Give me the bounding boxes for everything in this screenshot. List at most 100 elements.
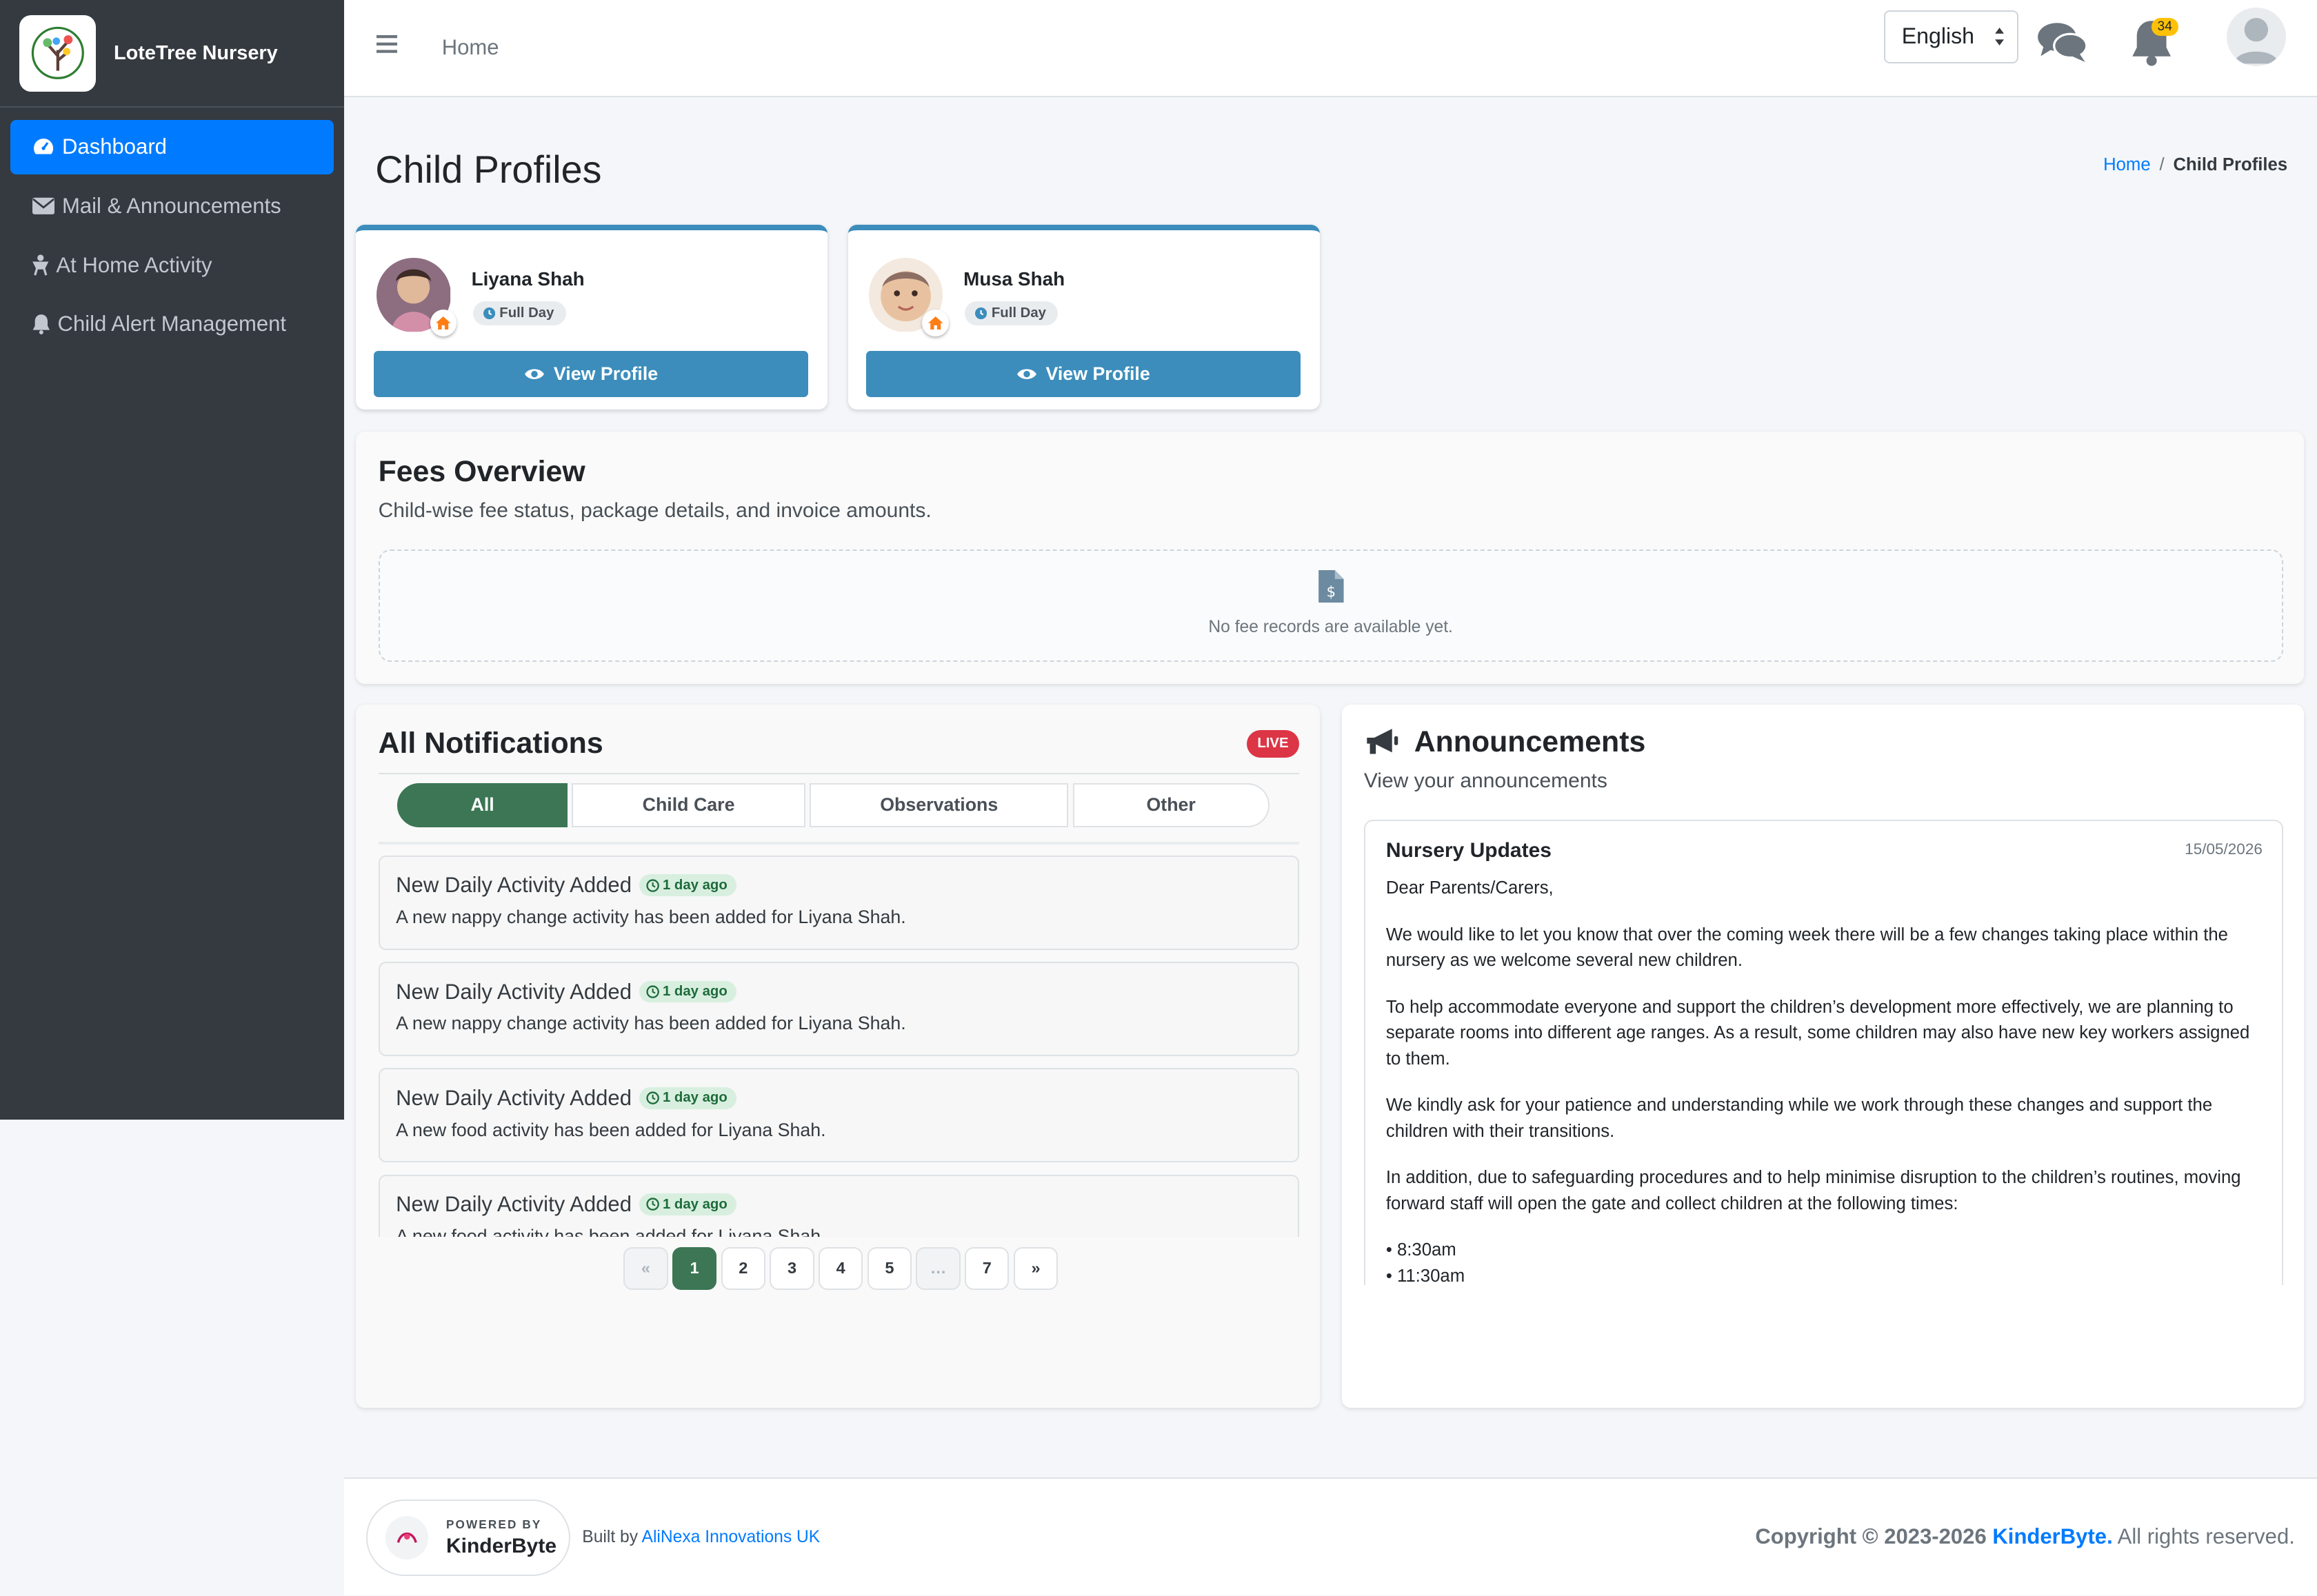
breadcrumb-current: Child Profiles [2173,155,2288,174]
language-select[interactable]: English [1884,10,2019,64]
session-tag: Full Day [472,301,566,326]
list-item[interactable]: New Daily Activity Added 1 day ago A new… [378,855,1299,950]
notification-body: A new nappy change activity has been add… [396,907,906,928]
time-badge: 1 day ago [639,874,736,897]
notification-body: A new food activity has been added for L… [396,1225,826,1237]
envelope-icon [32,197,55,214]
live-badge: LIVE [1247,729,1299,758]
select-arrows-icon [1994,28,2004,46]
pagination-next[interactable]: » [1013,1246,1059,1290]
powered-by-brand: KinderByte [445,1535,557,1558]
fees-empty-state: $ No fee records are available yet. [378,549,2283,662]
announcement-greeting: Dear Parents/Carers, [1385,878,1554,898]
notification-title-row: New Daily Activity Added 1 day ago [396,980,1281,1004]
announcement-time-item: • 8:30am [1385,1240,1456,1260]
view-profile-label: View Profile [1045,363,1150,385]
clock-icon [646,1091,660,1105]
tab-child-care[interactable]: Child Care [572,782,805,827]
view-profile-button[interactable]: View Profile [865,351,1301,397]
tab-observations[interactable]: Observations [810,782,1069,827]
list-item[interactable]: New Daily Activity Added 1 day ago A new… [378,961,1299,1057]
brand-name: LoteTree Nursery [113,41,278,64]
divider [378,772,1299,774]
sidebar: LoteTree Nursery Dashboard Mail & Announ… [0,0,345,1120]
notification-title: New Daily Activity Added [396,1192,632,1217]
fees-subtitle: Child-wise fee status, package details, … [378,499,932,523]
announcements-header: Announcements [1364,725,1645,759]
announcement-post[interactable]: Nursery Updates 15/05/2026 Dear Parents/… [1363,820,2283,1286]
powered-by-badge[interactable]: POWERED BY KinderByte [366,1499,571,1577]
time-badge: 1 day ago [639,1087,736,1109]
announcement-paragraph: In addition, due to safeguarding procedu… [1385,1168,2241,1213]
pagination-page-3[interactable]: 3 [770,1246,814,1290]
session-tag-label: Full Day [991,305,1046,321]
notification-list[interactable]: New Daily Activity Added 1 day ago A new… [378,855,1299,1237]
built-by-link[interactable]: AliNexa Innovations UK [642,1528,821,1546]
notification-count-badge: 34 [2151,17,2178,36]
notification-tabs: All Child Care Observations Other [397,782,1274,827]
eye-icon [1016,369,1036,379]
announcements-subtitle: View your announcements [1363,769,1607,793]
notification-title: New Daily Activity Added [396,979,632,1004]
clock-icon [975,307,987,320]
brand[interactable]: LoteTree Nursery [0,0,345,108]
notification-body: A new nappy change activity has been add… [396,1013,906,1034]
built-by: Built by AliNexa Innovations UK [582,1528,820,1547]
notifications-card: All Notifications LIVE All Child Care Ob… [356,705,1320,1408]
child-profile-card: Musa Shah Full Day View Profile [848,224,1320,410]
list-item[interactable]: New Daily Activity Added 1 day ago A new… [378,1174,1299,1237]
announcement-body: Dear Parents/Carers, We would like to le… [1386,876,2261,1285]
eye-icon [525,369,545,379]
copyright-brand-link[interactable]: KinderByte. [1992,1524,2112,1548]
time-badge: 1 day ago [639,980,736,1003]
breadcrumb-home-link[interactable]: Home [2103,155,2151,174]
tabs-underline [378,842,1299,845]
dashboard-icon [34,139,54,154]
clock-icon [646,1198,660,1211]
announcement-paragraph: To help accommodate everyone and support… [1385,997,2250,1069]
topbar: Home English 34 [344,0,2317,98]
top-home-link[interactable]: Home [442,35,499,60]
pagination-page-1[interactable]: 1 [672,1246,717,1290]
sidebar-item-child-alert-management[interactable]: Child Alert Management [10,297,334,352]
kinderbyte-logo-icon [385,1516,429,1559]
pagination-page-2[interactable]: 2 [721,1246,765,1290]
time-label: 1 day ago [662,984,728,1000]
child-name: Musa Shah [963,268,1065,290]
view-profile-button[interactable]: View Profile [374,351,809,397]
nursery-logo [19,14,97,92]
notification-body: A new food activity has been added for L… [396,1119,826,1140]
view-profile-label: View Profile [553,363,659,385]
notification-title: New Daily Activity Added [396,1085,632,1110]
pagination-page-4[interactable]: 4 [819,1246,863,1290]
announcement-date: 15/05/2026 [2185,840,2263,858]
hamburger-menu-icon[interactable] [377,32,398,59]
announcement-time-item: • 11:30am [1385,1266,1465,1286]
notification-title-row: New Daily Activity Added 1 day ago [396,1086,1281,1111]
announcements-card: Announcements View your announcements Nu… [1341,705,2304,1408]
sidebar-item-at-home-activity[interactable]: At Home Activity [10,238,334,292]
pagination-prev[interactable]: « [623,1246,668,1290]
user-avatar[interactable] [2227,7,2286,67]
bell-icon [32,314,50,335]
tab-all[interactable]: All [397,782,568,827]
sidebar-item-label: Child Alert Management [57,312,287,336]
list-item[interactable]: New Daily Activity Added 1 day ago A new… [378,1068,1299,1163]
sidebar-item-dashboard[interactable]: Dashboard [10,119,334,174]
svg-text:$: $ [1327,584,1336,601]
footer: POWERED BY KinderByte Built by AliNexa I… [344,1477,2317,1596]
session-tag-label: Full Day [499,305,554,321]
tab-other[interactable]: Other [1072,782,1270,827]
fees-title: Fees Overview [378,454,585,488]
chat-bubbles-icon[interactable] [2036,21,2089,71]
pagination-page-7[interactable]: 7 [965,1246,1010,1290]
megaphone-icon [1367,729,1398,754]
pagination: « 1 2 3 4 5 … 7 » [623,1246,1062,1290]
powered-by-label: POWERED BY [445,1517,542,1531]
sidebar-item-mail[interactable]: Mail & Announcements [10,179,334,233]
pagination-page-5[interactable]: 5 [867,1246,912,1290]
clock-icon [646,985,660,998]
invoice-dollar-icon: $ [1318,569,1344,603]
notifications-title: All Notifications [378,727,603,760]
sidebar-item-label: At Home Activity [56,252,212,277]
